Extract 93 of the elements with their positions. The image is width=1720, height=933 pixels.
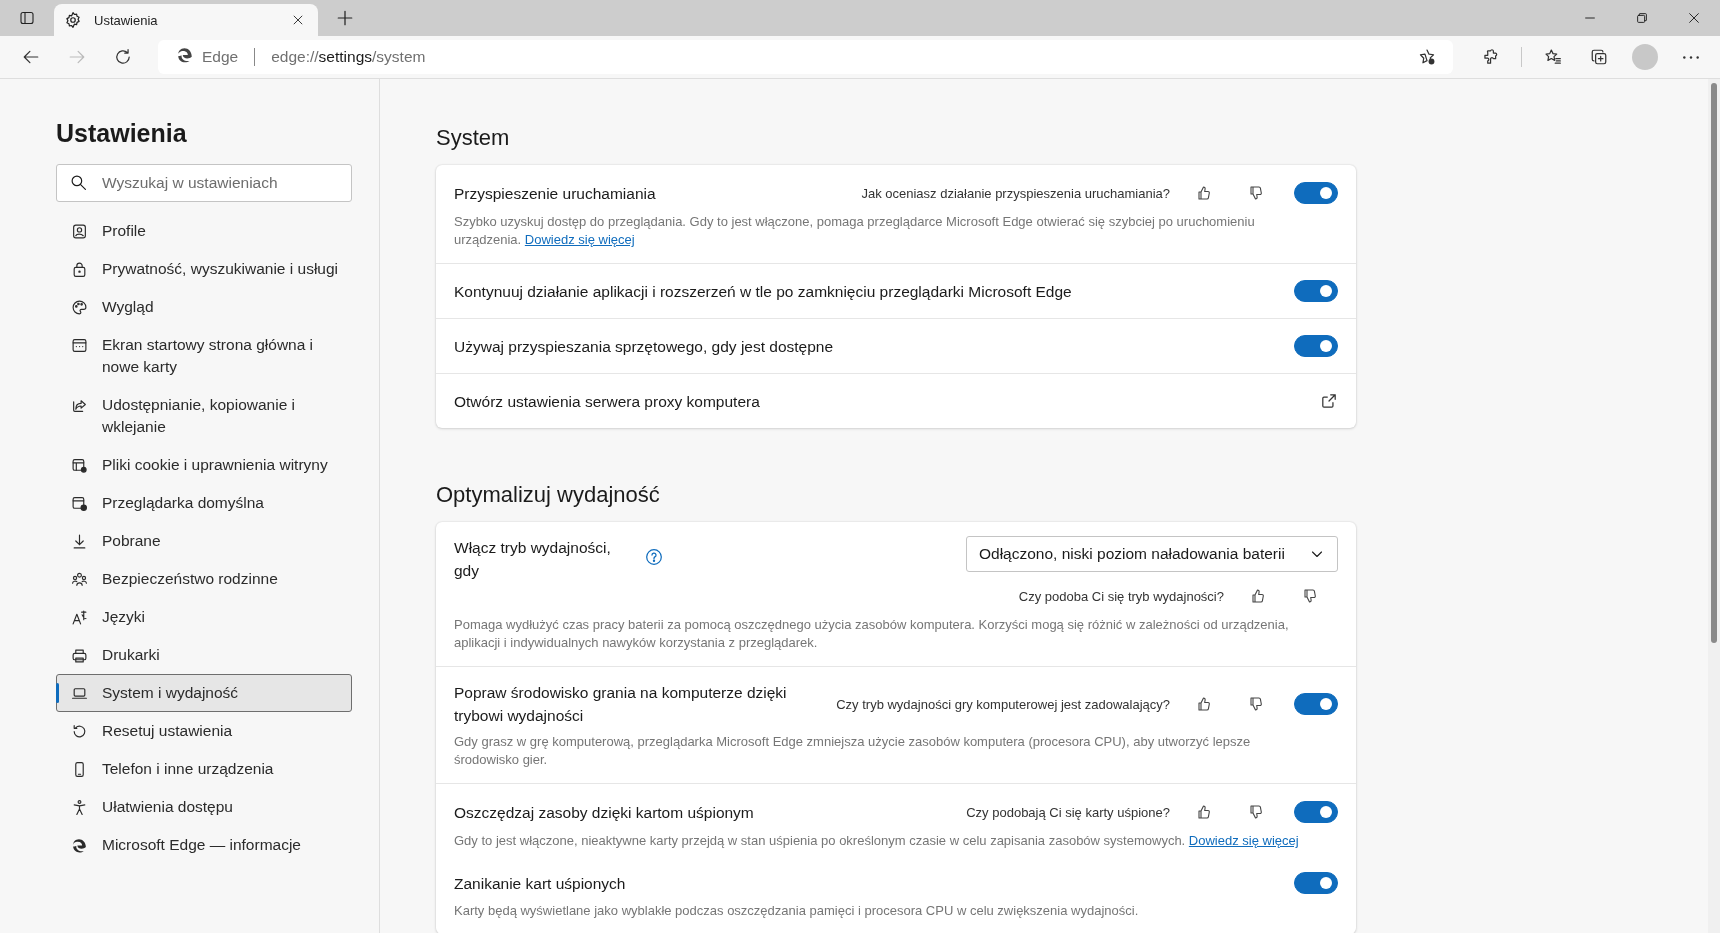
- collections-icon: [1590, 48, 1608, 66]
- language-icon: [71, 609, 88, 626]
- learn-more-link[interactable]: Dowiedz się więcej: [1188, 833, 1299, 848]
- edge-logo-icon: [71, 837, 88, 854]
- toggle-switch[interactable]: [1294, 872, 1338, 894]
- dropdown[interactable]: Odłączono, niski poziom naładowania baterii: [966, 536, 1338, 572]
- more-icon: [1683, 55, 1699, 59]
- sidebar-item[interactable]: Drukarki: [56, 636, 352, 674]
- family-icon: [71, 571, 88, 588]
- sidebar-item[interactable]: Wygląd: [56, 288, 352, 326]
- learn-more-link[interactable]: Dowiedz się więcej: [524, 232, 635, 247]
- scrollbar[interactable]: [1708, 79, 1720, 933]
- thumbs-down-icon: [1248, 804, 1264, 820]
- edge-logo-icon: [176, 46, 194, 64]
- setting-title: Kontynuuj działanie aplikacji i rozszerzeń w tle po zamknięciu przeglądarki Microsoft Edge: [454, 281, 1073, 302]
- tab-actions-icon: [19, 10, 35, 26]
- address-bar[interactable]: Edge edge://settings/system: [158, 40, 1453, 74]
- refresh-icon: [114, 48, 132, 66]
- browser-tab[interactable]: Ustawienia: [54, 4, 318, 36]
- star-list-icon: [1544, 48, 1562, 66]
- setting-title: Używaj przyspieszania sprzętowego, gdy jest dostępne: [454, 336, 835, 357]
- thumbs-up-icon: [1196, 185, 1212, 201]
- setting-title: Włącz tryb wydajności, gdy: [454, 538, 612, 581]
- thumbs-down-icon: [1302, 588, 1318, 604]
- external-link-icon: [1320, 392, 1338, 410]
- cookie-settings-icon: [71, 457, 88, 474]
- sidebar-item[interactable]: Udostępnianie, kopiowanie i wklejanie: [56, 386, 352, 446]
- back-arrow-icon: [22, 48, 40, 66]
- profile-icon: [71, 223, 88, 240]
- sidebar-item[interactable]: Języki: [56, 598, 352, 636]
- setting-description: Gdy grasz w grę komputerową, przeglądarka Microsoft Edge zmniejsza użycie zasobów komputera (procesora CPU), aby utworzyć lepsze środowisko gier.: [454, 733, 1252, 769]
- palette-icon: [71, 299, 88, 316]
- toggle-switch[interactable]: [1294, 335, 1338, 357]
- feedback-question: Czy podoba Ci się tryb wydajności?: [1018, 588, 1224, 604]
- avatar: [1632, 44, 1658, 70]
- sidebar-item[interactable]: Profile: [56, 212, 352, 250]
- setting-title: Popraw środowisko grania na komputerze dzięki trybowi wydajności: [454, 683, 788, 726]
- setting-description: Pomaga wydłużyć czas pracy baterii za pomocą oszczędnego użycia zasobów komputera. Korzyści mogą się różnić w zależności od urządzenia, aplikacji i indywidualnych nawyków korzystania z przeglądarek.: [454, 616, 1290, 652]
- browser-check-icon: [71, 495, 88, 512]
- window-icon: [71, 337, 88, 354]
- settings-icon: [64, 11, 82, 29]
- help-icon: [645, 548, 663, 566]
- url-text: edge://settings/system: [271, 48, 427, 66]
- sidebar-item[interactable]: Ułatwienia dostępu: [56, 788, 352, 826]
- thumbs-down-icon: [1248, 185, 1264, 201]
- feedback-question: Jak oceniasz działanie przyspieszenia uruchamiania?: [861, 185, 1170, 201]
- toggle-switch[interactable]: [1294, 693, 1338, 715]
- external-link-button[interactable]: [1320, 392, 1338, 410]
- sidebar-item[interactable]: Microsoft Edge — informacje: [56, 826, 352, 864]
- sidebar-title: Ustawienia: [56, 119, 188, 148]
- lock-icon: [71, 261, 88, 278]
- section-title: System: [436, 125, 511, 151]
- section-title: Optymalizuj wydajność: [436, 482, 661, 508]
- setting-title: Otwórz ustawienia serwera proxy komputera: [454, 391, 761, 412]
- sidebar-item[interactable]: Prywatność, wyszukiwanie i usługi: [56, 250, 352, 288]
- puzzle-icon: [1481, 48, 1499, 66]
- toggle-switch[interactable]: [1294, 801, 1338, 823]
- sidebar-item[interactable]: Telefon i inne urządzenia: [56, 750, 352, 788]
- sidebar-item[interactable]: Pobrane: [56, 522, 352, 560]
- sidebar-item[interactable]: Bezpieczeństwo rodzinne: [56, 560, 352, 598]
- accessibility-icon: [71, 799, 88, 816]
- tab-title: Ustawienia: [94, 12, 159, 28]
- toggle-switch[interactable]: [1294, 182, 1338, 204]
- thumbs-down-icon: [1248, 696, 1264, 712]
- feedback-question: Czy podobają Ci się karty uśpione?: [966, 804, 1170, 820]
- toggle-switch[interactable]: [1294, 280, 1338, 302]
- search-field[interactable]: Wyszukaj w ustawieniach: [56, 164, 352, 202]
- printer-icon: [71, 647, 88, 664]
- forward-arrow-icon: [68, 48, 86, 66]
- sidebar-item[interactable]: Przeglądarka domyślna: [56, 484, 352, 522]
- sidebar-item[interactable]: Ekran startowy strona główna i nowe karty: [56, 326, 352, 386]
- close-icon: [291, 13, 305, 27]
- download-icon: [71, 533, 88, 550]
- sidebar-item[interactable]: Pliki cookie i uprawnienia witryny: [56, 446, 352, 484]
- setting-description: Karty będą wyświetlane jako wyblakłe podczas oszczędzania pamięci i procesora CPU w celu zwiększenia wydajności.: [454, 902, 1140, 920]
- share-icon: [71, 397, 88, 414]
- sidebar-item[interactable]: Resetuj ustawienia: [56, 712, 352, 750]
- laptop-icon: [71, 685, 88, 702]
- setting-title: Zanikanie kart uśpionych: [454, 873, 627, 894]
- close-icon: [1687, 11, 1701, 25]
- feedback-question: Czy tryb wydajności gry komputerowej jest zadowalający?: [836, 696, 1170, 712]
- plus-icon: [336, 9, 354, 27]
- setting-title: Przyspieszenie uruchamiania: [454, 183, 657, 204]
- thumbs-up-icon: [1196, 696, 1212, 712]
- reset-icon: [71, 723, 88, 740]
- thumbs-up-icon: [1196, 804, 1212, 820]
- setting-description: Szybko uzyskuj dostęp do przeglądania. Gdy to jest włączone, pomaga przeglądarce Microsoft Edge otwierać się szybciej po uruchomieniu urządzenia. Dowiedz się więcej: [454, 213, 1256, 249]
- thumbs-up-icon: [1250, 588, 1266, 604]
- setting-title: Oszczędzaj zasoby dzięki kartom uśpionym: [454, 802, 755, 823]
- restore-icon: [1635, 11, 1649, 25]
- setting-description: Gdy to jest włączone, nieaktywne karty przejdą w stan uśpienia po określonym czasie w celu zapisania zasobów systemowych. Dowiedz się więcej: [454, 832, 1300, 850]
- site-label: Edge: [202, 48, 239, 66]
- sidebar-item[interactable]: System i wydajność: [56, 674, 352, 712]
